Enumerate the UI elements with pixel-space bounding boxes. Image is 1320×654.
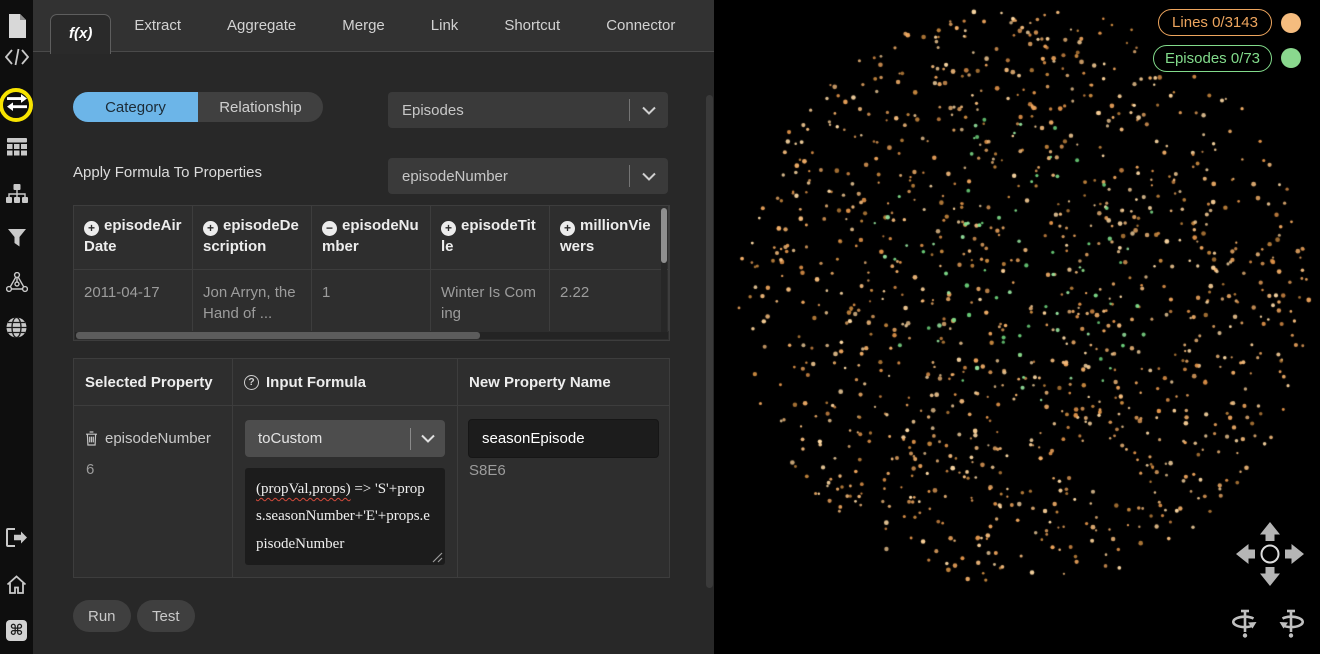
table-cell: 2.22 xyxy=(550,270,669,331)
preview-table-vertical-scrollbar[interactable] xyxy=(661,208,667,336)
selected-property-header: Selected Property xyxy=(74,359,233,405)
test-button[interactable]: Test xyxy=(137,600,195,632)
sidebar: ⌘ xyxy=(0,0,33,654)
column-header[interactable]: +episodeTitle xyxy=(431,206,550,269)
graph-view: Lines 0/3143 Episodes 0/73 xyxy=(714,0,1320,654)
select-divider xyxy=(629,165,630,187)
column-header[interactable]: +millionViewers xyxy=(550,206,669,269)
pan-center-button[interactable] xyxy=(1262,546,1279,563)
lines-badge-label: Lines 0/3143 xyxy=(1172,14,1258,31)
app-root: ⌘ f(x) Extract Aggregate Merge Link Shor… xyxy=(0,0,1320,654)
column-header[interactable]: −episodeNumber xyxy=(312,206,431,269)
category-select[interactable]: Episodes xyxy=(388,92,668,128)
plus-circle-icon[interactable]: + xyxy=(84,221,99,236)
table-cell: Jon Arryn, the Hand of ... xyxy=(193,270,312,331)
category-select-value: Episodes xyxy=(402,102,629,119)
column-divider xyxy=(232,406,233,577)
transfer-arrows-icon[interactable] xyxy=(0,94,33,116)
minus-circle-icon[interactable]: − xyxy=(322,221,337,236)
formula-panel: f(x) Extract Aggregate Merge Link Shortc… xyxy=(33,0,714,654)
episodes-color-dot[interactable] xyxy=(1281,48,1301,68)
episodes-badge[interactable]: Episodes 0/73 xyxy=(1153,45,1272,72)
property-preview-table: +episodeAirDate+episodeDescription−episo… xyxy=(73,205,670,341)
filter-icon[interactable] xyxy=(0,229,33,247)
select-divider xyxy=(410,428,411,450)
pan-right-button[interactable] xyxy=(1285,544,1304,564)
chevron-down-icon xyxy=(421,434,435,443)
table-cell: Winter Is Coming xyxy=(431,270,550,331)
table-cell: 1 xyxy=(312,270,431,331)
command-icon[interactable]: ⌘ xyxy=(0,620,33,641)
tab-aggregate[interactable]: Aggregate xyxy=(204,0,319,51)
pan-down-button[interactable] xyxy=(1260,567,1280,586)
plus-circle-icon[interactable]: + xyxy=(441,221,456,236)
formula-table: Selected Property ? Input Formula New Pr… xyxy=(73,358,670,578)
formula-highlighted-token: (propVal,props) xyxy=(256,481,351,497)
apply-formula-label: Apply Formula To Properties xyxy=(73,164,262,181)
document-icon[interactable] xyxy=(0,14,33,38)
trash-icon[interactable] xyxy=(85,431,98,446)
tab-connector[interactable]: Connector xyxy=(583,0,698,51)
rotate-right-button[interactable] xyxy=(1280,610,1303,638)
formula-type-select-value: toCustom xyxy=(258,430,410,447)
selected-property-item: episodeNumber xyxy=(85,430,211,447)
tab-bar: f(x) Extract Aggregate Merge Link Shortc… xyxy=(33,0,714,52)
preview-table-horizontal-scrollbar[interactable] xyxy=(75,332,668,339)
code-icon[interactable] xyxy=(0,48,33,66)
new-property-preview: S8E6 xyxy=(469,462,506,479)
property-select[interactable]: episodeNumber xyxy=(388,158,668,194)
category-toggle-button[interactable]: Category xyxy=(73,92,198,122)
pan-left-button[interactable] xyxy=(1236,544,1255,564)
relationship-toggle-button[interactable]: Relationship xyxy=(198,92,323,122)
preview-table-header: +episodeAirDate+episodeDescription−episo… xyxy=(74,206,669,270)
command-glyph: ⌘ xyxy=(6,620,27,641)
plus-circle-icon[interactable]: + xyxy=(560,221,575,236)
tab-shortcut[interactable]: Shortcut xyxy=(481,0,583,51)
table-cell: 2011-04-17 xyxy=(74,270,193,331)
globe-icon[interactable] xyxy=(0,317,33,338)
panel-scrollbar[interactable] xyxy=(706,95,713,588)
tab-link[interactable]: Link xyxy=(408,0,482,51)
pan-up-button[interactable] xyxy=(1260,522,1280,541)
column-divider xyxy=(457,406,458,577)
help-icon[interactable]: ? xyxy=(244,375,259,390)
preview-table-row: 2011-04-17Jon Arryn, the Hand of ...1Win… xyxy=(74,270,669,331)
tab-extract[interactable]: Extract xyxy=(111,0,204,51)
sign-out-icon[interactable] xyxy=(0,528,33,547)
tab-merge[interactable]: Merge xyxy=(319,0,408,51)
resize-handle[interactable] xyxy=(432,552,443,563)
type-toggle: Category Relationship xyxy=(73,92,323,122)
table-icon[interactable] xyxy=(0,138,33,157)
plus-circle-icon[interactable]: + xyxy=(203,221,218,236)
column-header[interactable]: +episodeDescription xyxy=(193,206,312,269)
property-select-value: episodeNumber xyxy=(402,168,629,185)
navigation-controls xyxy=(1222,518,1312,644)
chevron-down-icon xyxy=(642,172,656,181)
home-icon[interactable] xyxy=(0,575,33,595)
tab-fx[interactable]: f(x) xyxy=(50,14,111,54)
selected-property-sample-value: 6 xyxy=(86,461,94,478)
lines-badge[interactable]: Lines 0/3143 xyxy=(1158,9,1272,36)
hierarchy-icon[interactable] xyxy=(0,184,33,204)
formula-type-select[interactable]: toCustom xyxy=(245,420,445,457)
column-header[interactable]: +episodeAirDate xyxy=(74,206,193,269)
formula-table-header: Selected Property ? Input Formula New Pr… xyxy=(74,359,669,406)
chevron-down-icon xyxy=(642,106,656,115)
select-divider xyxy=(629,99,630,121)
new-property-name-input[interactable] xyxy=(468,419,659,458)
lines-color-dot[interactable] xyxy=(1281,13,1301,33)
run-button[interactable]: Run xyxy=(73,600,131,632)
new-property-name-header: New Property Name xyxy=(458,359,669,405)
episodes-badge-label: Episodes 0/73 xyxy=(1165,50,1260,67)
input-formula-header-label: Input Formula xyxy=(266,374,366,391)
graph-icon[interactable] xyxy=(0,272,33,293)
rotate-left-button[interactable] xyxy=(1233,610,1256,638)
formula-table-body: episodeNumber 6 toCustom (propVal,props)… xyxy=(74,406,669,577)
input-formula-header: ? Input Formula xyxy=(233,359,458,405)
selected-property-name: episodeNumber xyxy=(105,430,211,447)
formula-textarea[interactable]: (propVal,props) => 'S'+props.seasonNumbe… xyxy=(245,468,445,565)
